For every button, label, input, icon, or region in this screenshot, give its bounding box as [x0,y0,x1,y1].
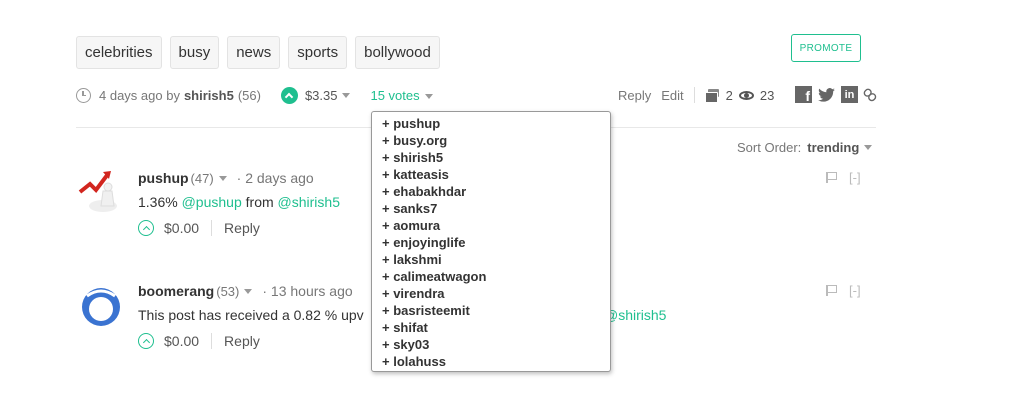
reply-link[interactable]: Reply [224,333,260,349]
views-count: 23 [738,87,775,103]
voter-item[interactable]: + enjoyinglife [382,234,610,251]
reply-link[interactable]: Reply [618,88,651,103]
avatar[interactable] [78,168,124,214]
tag-sports[interactable]: sports [288,36,348,69]
post-payout[interactable]: $3.35 [305,88,338,103]
upvote-button[interactable] [280,86,298,104]
post-author[interactable]: shirish5 [184,88,234,103]
comments-count[interactable]: 2 [704,87,733,103]
upvote-button[interactable] [138,333,154,349]
voter-item[interactable]: + pushup [382,115,610,132]
mention-link[interactable]: @shirish5 [604,307,666,323]
comment-time: · 2 days ago [236,170,314,186]
avatar[interactable] [78,284,124,330]
sort-order-value: trending [807,140,860,155]
mention-link[interactable]: @shirish5 [278,194,340,210]
divider [693,87,695,103]
comment-author-reputation: (47) [190,170,214,186]
comment-payout[interactable]: $0.00 [164,220,199,236]
comment-body: 1.36% @pushup from @shirish5 [138,194,340,210]
flag-icon[interactable] [826,172,837,183]
voter-item[interactable]: + lolahuss [382,353,610,370]
comment-text: from [241,194,278,210]
tag-bollywood[interactable]: bollywood [355,36,440,69]
voter-item[interactable]: + aomura [382,217,610,234]
divider [211,333,213,349]
comment-header: pushup (47) · 2 days ago [138,168,314,188]
post-actions: Reply Edit 2 23 [618,85,780,105]
voter-item[interactable]: + lakshmi [382,251,610,268]
comment-payout[interactable]: $0.00 [164,333,199,349]
post-meta: 4 days ago by shirish5 (56) $3.35 15 vot… [76,85,433,105]
edit-link[interactable]: Edit [661,88,683,103]
upvote-button[interactable] [138,220,154,236]
voter-item[interactable]: + sky03 [382,336,610,353]
chevron-down-icon [424,93,433,99]
post-author-reputation: (56) [237,87,261,103]
comment-tools: [-] [826,283,861,298]
sort-order[interactable]: Sort Order: trending [737,140,873,155]
sort-order-label: Sort Order: [737,140,802,155]
linkedin-icon[interactable]: in [841,86,858,103]
comment-footer: $0.00 Reply [138,218,260,238]
tag-celebrities[interactable]: celebrities [76,36,162,69]
reply-link[interactable]: Reply [224,220,260,236]
chevron-down-icon[interactable] [244,288,253,294]
collapse-toggle[interactable]: [-] [849,283,861,298]
comment-author[interactable]: pushup [138,170,189,186]
tag-busy[interactable]: busy [169,36,220,69]
post-time: 4 days ago by [99,87,180,103]
chevron-up-icon [142,225,150,233]
voter-item[interactable]: + katteasis [382,166,610,183]
tag-news[interactable]: news [227,36,281,69]
voter-item[interactable]: + calimeatwagon [382,268,610,285]
chevron-up-icon [142,338,150,346]
link-icon[interactable] [861,85,879,103]
comments-count-value: 2 [725,87,733,103]
voter-item[interactable]: + sanks7 [382,200,610,217]
eye-icon [738,90,754,100]
comment-text: 1.36% [138,194,182,210]
comment-author[interactable]: boomerang [138,283,214,299]
voter-item[interactable]: + virendra [382,285,610,302]
flag-icon[interactable] [826,285,837,296]
views-count-value: 23 [759,87,775,103]
votes-dropdown-toggle[interactable]: 15 votes [370,87,433,103]
votes-count: 15 votes [370,87,420,103]
clock-icon [76,87,91,103]
facebook-icon[interactable]: f [795,86,812,103]
comment-author-reputation: (53) [216,283,240,299]
tag-list: celebrities busy news sports bollywood [76,36,440,69]
twitter-icon[interactable] [818,86,835,103]
comment-body: This post has received a 0.82 % upv @shir… [138,307,666,323]
voter-item[interactable]: + busy.org [382,132,610,149]
voter-item[interactable]: + basristeemit [382,302,610,319]
voter-item[interactable]: + shirish5 [382,149,610,166]
chevron-down-icon[interactable] [342,92,351,98]
chevron-down-icon [864,145,873,150]
divider [211,220,213,236]
voters-dropdown: + pushup + busy.org + shirish5 + katteas… [371,111,611,372]
share-buttons: f in [795,85,879,103]
voter-item[interactable]: + ehabakhdar [382,183,610,200]
comment-time: · 13 hours ago [262,283,353,299]
comments-icon [704,89,719,103]
comment-tools: [-] [826,170,861,185]
chevron-down-icon[interactable] [218,175,227,181]
collapse-toggle[interactable]: [-] [849,170,861,185]
comment-footer: $0.00 Reply [138,331,260,351]
promote-button[interactable]: PROMOTE [791,34,861,62]
comment-text: This post has received a 0.82 % upv [138,307,364,323]
mention-link[interactable]: @pushup [182,194,242,210]
comment-header: boomerang (53) · 13 hours ago [138,281,353,301]
voter-item[interactable]: + shifat [382,319,610,336]
chevron-up-icon [285,92,294,101]
